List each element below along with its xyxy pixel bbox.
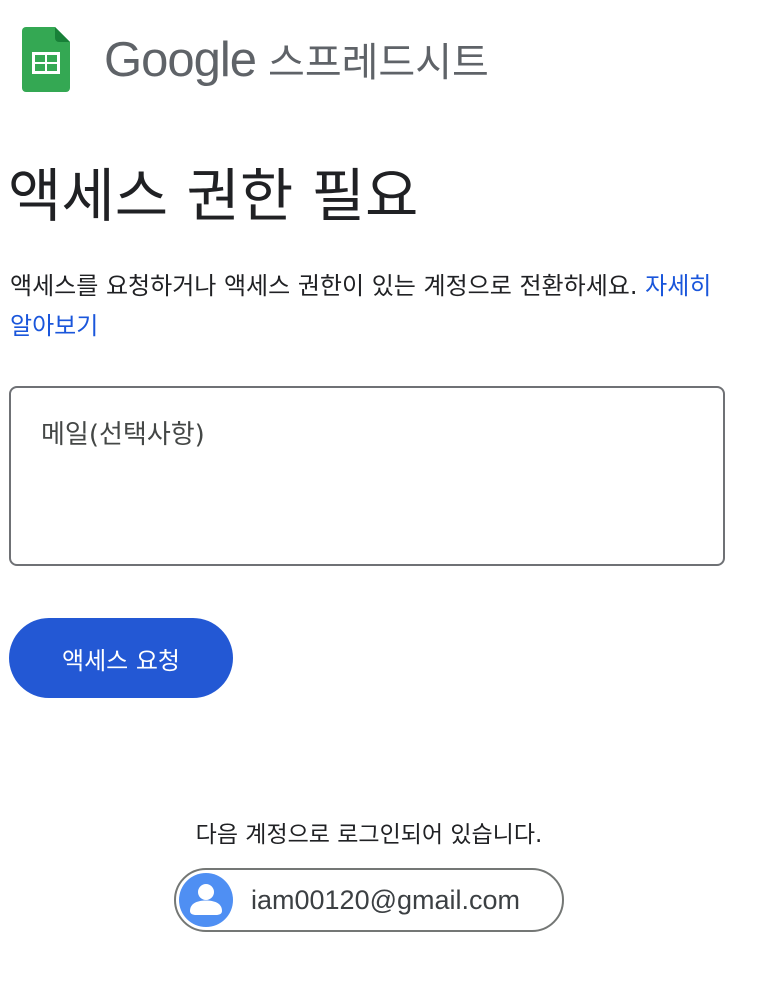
- signed-in-label: 다음 계정으로 로그인되어 있습니다.: [195, 822, 543, 848]
- account-email: iam00120@gmail.com: [251, 884, 521, 915]
- access-description: 액세스를 요청하거나 액세스 권한이 있는 계정으로 전환하세요. 자세히 알아…: [10, 266, 730, 346]
- account-switcher-chip[interactable]: iam00120@gmail.com: [174, 868, 564, 932]
- app-header: Google 스프레드시트: [22, 26, 489, 92]
- description-text: 액세스를 요청하거나 액세스 권한이 있는 계정으로 전환하세요.: [10, 272, 638, 300]
- email-textarea[interactable]: [9, 386, 725, 566]
- person-icon: [179, 873, 233, 927]
- request-access-button[interactable]: 액세스 요청: [9, 618, 233, 698]
- google-wordmark: Google: [104, 33, 257, 87]
- product-brand: Google 스프레드시트: [104, 30, 489, 88]
- page-title: 액세스 권한 필요: [8, 162, 419, 230]
- product-name: 스프레드시트: [268, 40, 489, 86]
- google-sheets-icon: [22, 26, 70, 92]
- email-field[interactable]: [41, 420, 681, 450]
